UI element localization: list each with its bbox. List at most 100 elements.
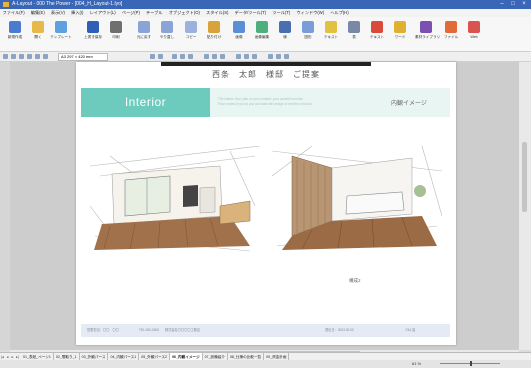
menu-item-table[interactable]: テーブル: [146, 9, 163, 17]
menu-item-data[interactable]: データ/ツール(T): [235, 9, 267, 17]
letter-a-icon: [371, 21, 383, 33]
page-footer: 営業担当：〇〇 〇〇 TEL 000-0000 株式会社〇〇〇〇工務店 提出日：…: [81, 324, 450, 337]
zoom-slider-knob[interactable]: [470, 361, 472, 366]
textbox-button[interactable]: テキスト: [320, 19, 342, 49]
image-edit-button[interactable]: 画像編集: [251, 19, 273, 49]
footer-date: 提出日：2024.00.00: [325, 328, 354, 332]
section-title: Interior: [124, 95, 167, 109]
select-tool-icon[interactable]: [3, 54, 8, 59]
undo-icon: [138, 21, 150, 33]
document-page[interactable]: 西条 太郎 様邸 ご提案 Interior The interior floor…: [76, 62, 456, 345]
new-button[interactable]: 新規作成: [4, 19, 26, 49]
bold-icon[interactable]: [150, 54, 155, 59]
hand-tool-icon[interactable]: [27, 54, 32, 59]
interior-sketch-1[interactable]: [90, 146, 260, 256]
word-button[interactable]: ワード: [389, 19, 411, 49]
arrange-icon[interactable]: [268, 54, 273, 59]
section-title-box: Interior: [81, 88, 210, 117]
italic-icon[interactable]: [158, 54, 163, 59]
table-icon: [348, 21, 360, 33]
grid-icon[interactable]: [43, 54, 48, 59]
group-icon[interactable]: [212, 54, 217, 59]
close-button[interactable]: ×: [519, 0, 529, 9]
material-library-button[interactable]: 素材ライブラリ: [415, 19, 440, 49]
shape-button[interactable]: 図形: [297, 19, 319, 49]
paste-icon: [208, 21, 220, 33]
save-button[interactable]: 上書き保存: [82, 19, 104, 49]
line-icon: [279, 21, 291, 33]
library-icon: [420, 21, 432, 33]
ungroup-icon[interactable]: [220, 54, 225, 59]
menu-item-layout[interactable]: レイアウト(L): [90, 9, 116, 17]
redo-button[interactable]: やり直し: [156, 19, 178, 49]
section-band: Interior The interior floor plan on your…: [81, 88, 450, 117]
star-icon: [394, 21, 406, 33]
textbox-icon: [325, 21, 337, 33]
title-bar: A-Layout - 000 The Power - [004_H_Layout…: [0, 0, 531, 9]
footer-page-number: 7/44 頁: [405, 328, 416, 332]
redo-icon: [161, 21, 173, 33]
footer-staff: 営業担当：〇〇 〇〇: [87, 328, 119, 332]
menu-item-style[interactable]: スタイル(S): [206, 9, 228, 17]
file-icon: [445, 21, 457, 33]
section-description: The interior floor plan on your content.…: [218, 97, 378, 106]
status-bar: 61 %: [0, 360, 531, 368]
section-subtitle: 内観イメージ: [391, 101, 427, 107]
left-ruler-strip: [0, 62, 10, 350]
text-button[interactable]: テキスト: [366, 19, 388, 49]
fit-page-icon[interactable]: [35, 54, 40, 59]
minimize-button[interactable]: ‒: [497, 0, 507, 9]
menu-bar: ファイル(F) 編集(E) 表示(V) 挿入(I) レイアウト(L) ページ(P…: [0, 9, 531, 17]
rotate-icon[interactable]: [284, 54, 289, 59]
layer-icon[interactable]: [204, 54, 209, 59]
interior-sketch-2[interactable]: [272, 146, 442, 256]
vertical-scroll-thumb[interactable]: [522, 142, 527, 212]
menu-item-insert[interactable]: 挿入(I): [71, 9, 83, 17]
template-button[interactable]: テンプレート: [50, 19, 72, 49]
menu-item-window[interactable]: ウィンドウ(W): [296, 9, 324, 17]
folder-icon: [32, 21, 44, 33]
maximize-button[interactable]: □: [508, 0, 518, 9]
template-icon: [55, 21, 67, 33]
table-button[interactable]: 表: [343, 19, 365, 49]
paper-size-select[interactable]: A3 297 × 420 mm: [58, 53, 108, 61]
zoom-in-icon[interactable]: [11, 54, 16, 59]
align-center-icon[interactable]: [180, 54, 185, 59]
app-icon: [3, 2, 9, 7]
menu-item-view[interactable]: 表示(V): [51, 9, 65, 17]
zoom-out-icon[interactable]: [19, 54, 24, 59]
open-button[interactable]: 開く: [27, 19, 49, 49]
align-left-icon[interactable]: [172, 54, 177, 59]
menu-item-help[interactable]: ヘルプ(H): [330, 9, 348, 17]
page-top-band: [161, 62, 371, 66]
color-icon[interactable]: [236, 54, 241, 59]
image-button[interactable]: 画像: [228, 19, 250, 49]
border-icon[interactable]: [252, 54, 257, 59]
fill-icon[interactable]: [244, 54, 249, 59]
ribbon-toolbar: 新規作成 開く テンプレート 上書き保存 印刷 元に戻す やり直し コピー 貼り…: [0, 17, 531, 52]
menu-item-object[interactable]: オブジェクト(O): [169, 9, 200, 17]
secondary-toolbar: A3 297 × 420 mm: [0, 52, 531, 62]
image-edit-icon: [256, 21, 268, 33]
menu-item-file[interactable]: ファイル(F): [3, 9, 25, 17]
line-button[interactable]: 線: [274, 19, 296, 49]
menu-item-tools[interactable]: ツール(T): [272, 9, 290, 17]
footer-tel: TEL 000-0000: [139, 328, 160, 332]
copy-icon: [185, 21, 197, 33]
vertical-scrollbar[interactable]: [519, 62, 531, 350]
file-button[interactable]: ファイル: [440, 19, 462, 49]
distribute-icon[interactable]: [276, 54, 281, 59]
print-button[interactable]: 印刷: [105, 19, 127, 49]
align-right-icon[interactable]: [188, 54, 193, 59]
menu-item-page[interactable]: ページ(P): [122, 9, 140, 17]
image-caption: 構成2: [349, 278, 361, 283]
undo-button[interactable]: 元に戻す: [133, 19, 155, 49]
footer-company: 株式会社〇〇〇〇工務店: [165, 328, 201, 332]
printer-icon: [110, 21, 122, 33]
menu-item-edit[interactable]: 編集(E): [31, 9, 45, 17]
copy-button[interactable]: コピー: [180, 19, 202, 49]
section-description-line-2: Floor rooms to you to you and wait with …: [218, 101, 312, 106]
paste-button[interactable]: 貼り付け: [203, 19, 225, 49]
web-button[interactable]: Web: [463, 19, 485, 49]
image-icon: [233, 21, 245, 33]
